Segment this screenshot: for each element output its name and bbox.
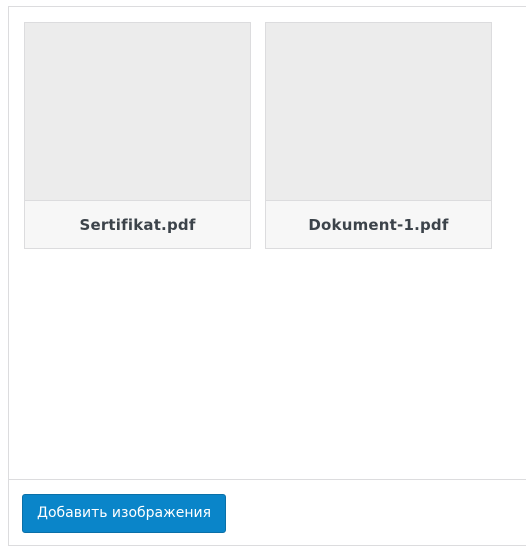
attachment-filename: Sertifikat.pdf — [25, 201, 250, 248]
attachment-thumbnail — [266, 23, 491, 201]
attachment-filename: Dokument-1.pdf — [266, 201, 491, 248]
attachment-item[interactable]: Dokument-1.pdf — [265, 22, 492, 249]
attachments-grid: Sertifikat.pdf Dokument-1.pdf — [24, 22, 492, 249]
media-toolbar: Добавить изображения — [9, 479, 526, 545]
attachment-thumbnail — [25, 23, 250, 201]
media-panel: Sertifikat.pdf Dokument-1.pdf Добавить и… — [8, 6, 526, 546]
add-images-button[interactable]: Добавить изображения — [22, 494, 227, 533]
attachment-item[interactable]: Sertifikat.pdf — [24, 22, 251, 249]
